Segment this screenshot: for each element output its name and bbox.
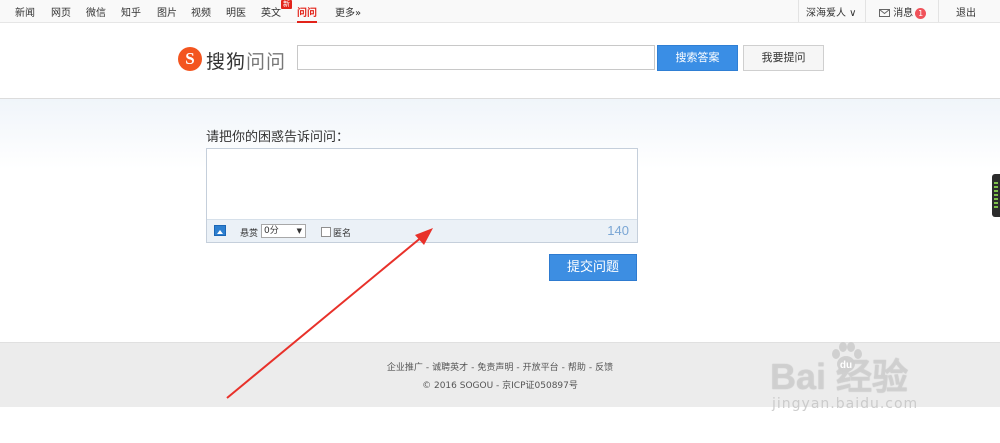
- nav-item-video[interactable]: 视频: [191, 4, 211, 19]
- image-upload-icon[interactable]: [214, 225, 226, 236]
- anonymous-checkbox[interactable]: [321, 227, 331, 237]
- question-textarea[interactable]: 悬赏 0分 ▼ 匿名 140: [206, 148, 638, 243]
- sogou-logo-icon: S: [178, 47, 202, 71]
- side-widget-tab[interactable]: [992, 174, 1000, 217]
- search-input[interactable]: [297, 45, 655, 70]
- nav-item-web[interactable]: 网页: [51, 4, 71, 19]
- footer-link-disclaimer[interactable]: 免责声明: [477, 363, 513, 373]
- top-navigation-bar: 新闻 网页 微信 知乎 图片 视频 明医 英文 新 问问 更多» 深海爱人 ∨ …: [0, 0, 1000, 23]
- nav-item-news[interactable]: 新闻: [15, 4, 35, 19]
- question-toolbar: 悬赏 0分 ▼ 匿名 140: [207, 219, 637, 242]
- ask-question-panel: 请把你的困惑告诉问问： 悬赏 0分 ▼ 匿名 140 提交问题: [0, 99, 1000, 342]
- nav-divider: [938, 0, 939, 22]
- logout-link[interactable]: 退出: [956, 4, 976, 19]
- search-header: S 搜狗问问 搜索答案 我要提问: [0, 23, 1000, 99]
- nav-item-wechat[interactable]: 微信: [86, 4, 106, 19]
- nav-item-more[interactable]: 更多»: [335, 4, 361, 19]
- messages-label: 消息: [893, 8, 914, 19]
- nav-item-wenwen[interactable]: 问问: [297, 4, 317, 23]
- footer-link-ads[interactable]: 企业推广: [387, 363, 423, 373]
- nav-item-english[interactable]: 英文: [261, 4, 281, 19]
- footer-links: 企业推广 - 诚聘英才 - 免责声明 - 开放平台 - 帮助 - 反馈: [386, 363, 614, 373]
- footer-link-jobs[interactable]: 诚聘英才: [432, 363, 468, 373]
- submit-question-button[interactable]: 提交问题: [549, 254, 637, 281]
- message-count-badge: 1: [915, 7, 927, 19]
- nav-item-mingyi[interactable]: 明医: [226, 4, 246, 19]
- nav-item-images[interactable]: 图片: [157, 4, 177, 19]
- envelope-icon: [879, 9, 890, 17]
- reward-select[interactable]: 0分 ▼: [261, 224, 306, 238]
- footer-link-feedback[interactable]: 反馈: [595, 363, 613, 373]
- ask-question-button[interactable]: 我要提问: [743, 45, 824, 71]
- anonymous-label: 匿名: [333, 229, 352, 239]
- footer: 企业推广 - 诚聘英才 - 免责声明 - 开放平台 - 帮助 - 反馈 © 2016 SOGOU -…: [0, 342, 1000, 407]
- nav-divider: [798, 0, 799, 22]
- nav-item-zhihu[interactable]: 知乎: [121, 4, 141, 19]
- char-count: 140: [607, 223, 629, 238]
- search-answers-button[interactable]: 搜索答案: [657, 45, 738, 71]
- logo-text: 搜狗问问: [206, 51, 287, 73]
- new-badge: 新: [281, 0, 292, 9]
- footer-link-open-platform[interactable]: 开放平台: [523, 363, 559, 373]
- dropdown-arrow-icon: ▼: [296, 227, 302, 235]
- reward-label: 悬赏: [240, 229, 259, 239]
- copyright-text: © 2016 SOGOU - 京ICP证050897号: [422, 381, 578, 391]
- footer-link-help[interactable]: 帮助: [568, 363, 586, 373]
- ask-prompt-label: 请把你的困惑告诉问问：: [206, 130, 350, 145]
- user-menu[interactable]: 深海爱人 ∨: [806, 4, 857, 19]
- nav-divider: [865, 0, 866, 22]
- messages-link[interactable]: 消息 1: [879, 4, 927, 19]
